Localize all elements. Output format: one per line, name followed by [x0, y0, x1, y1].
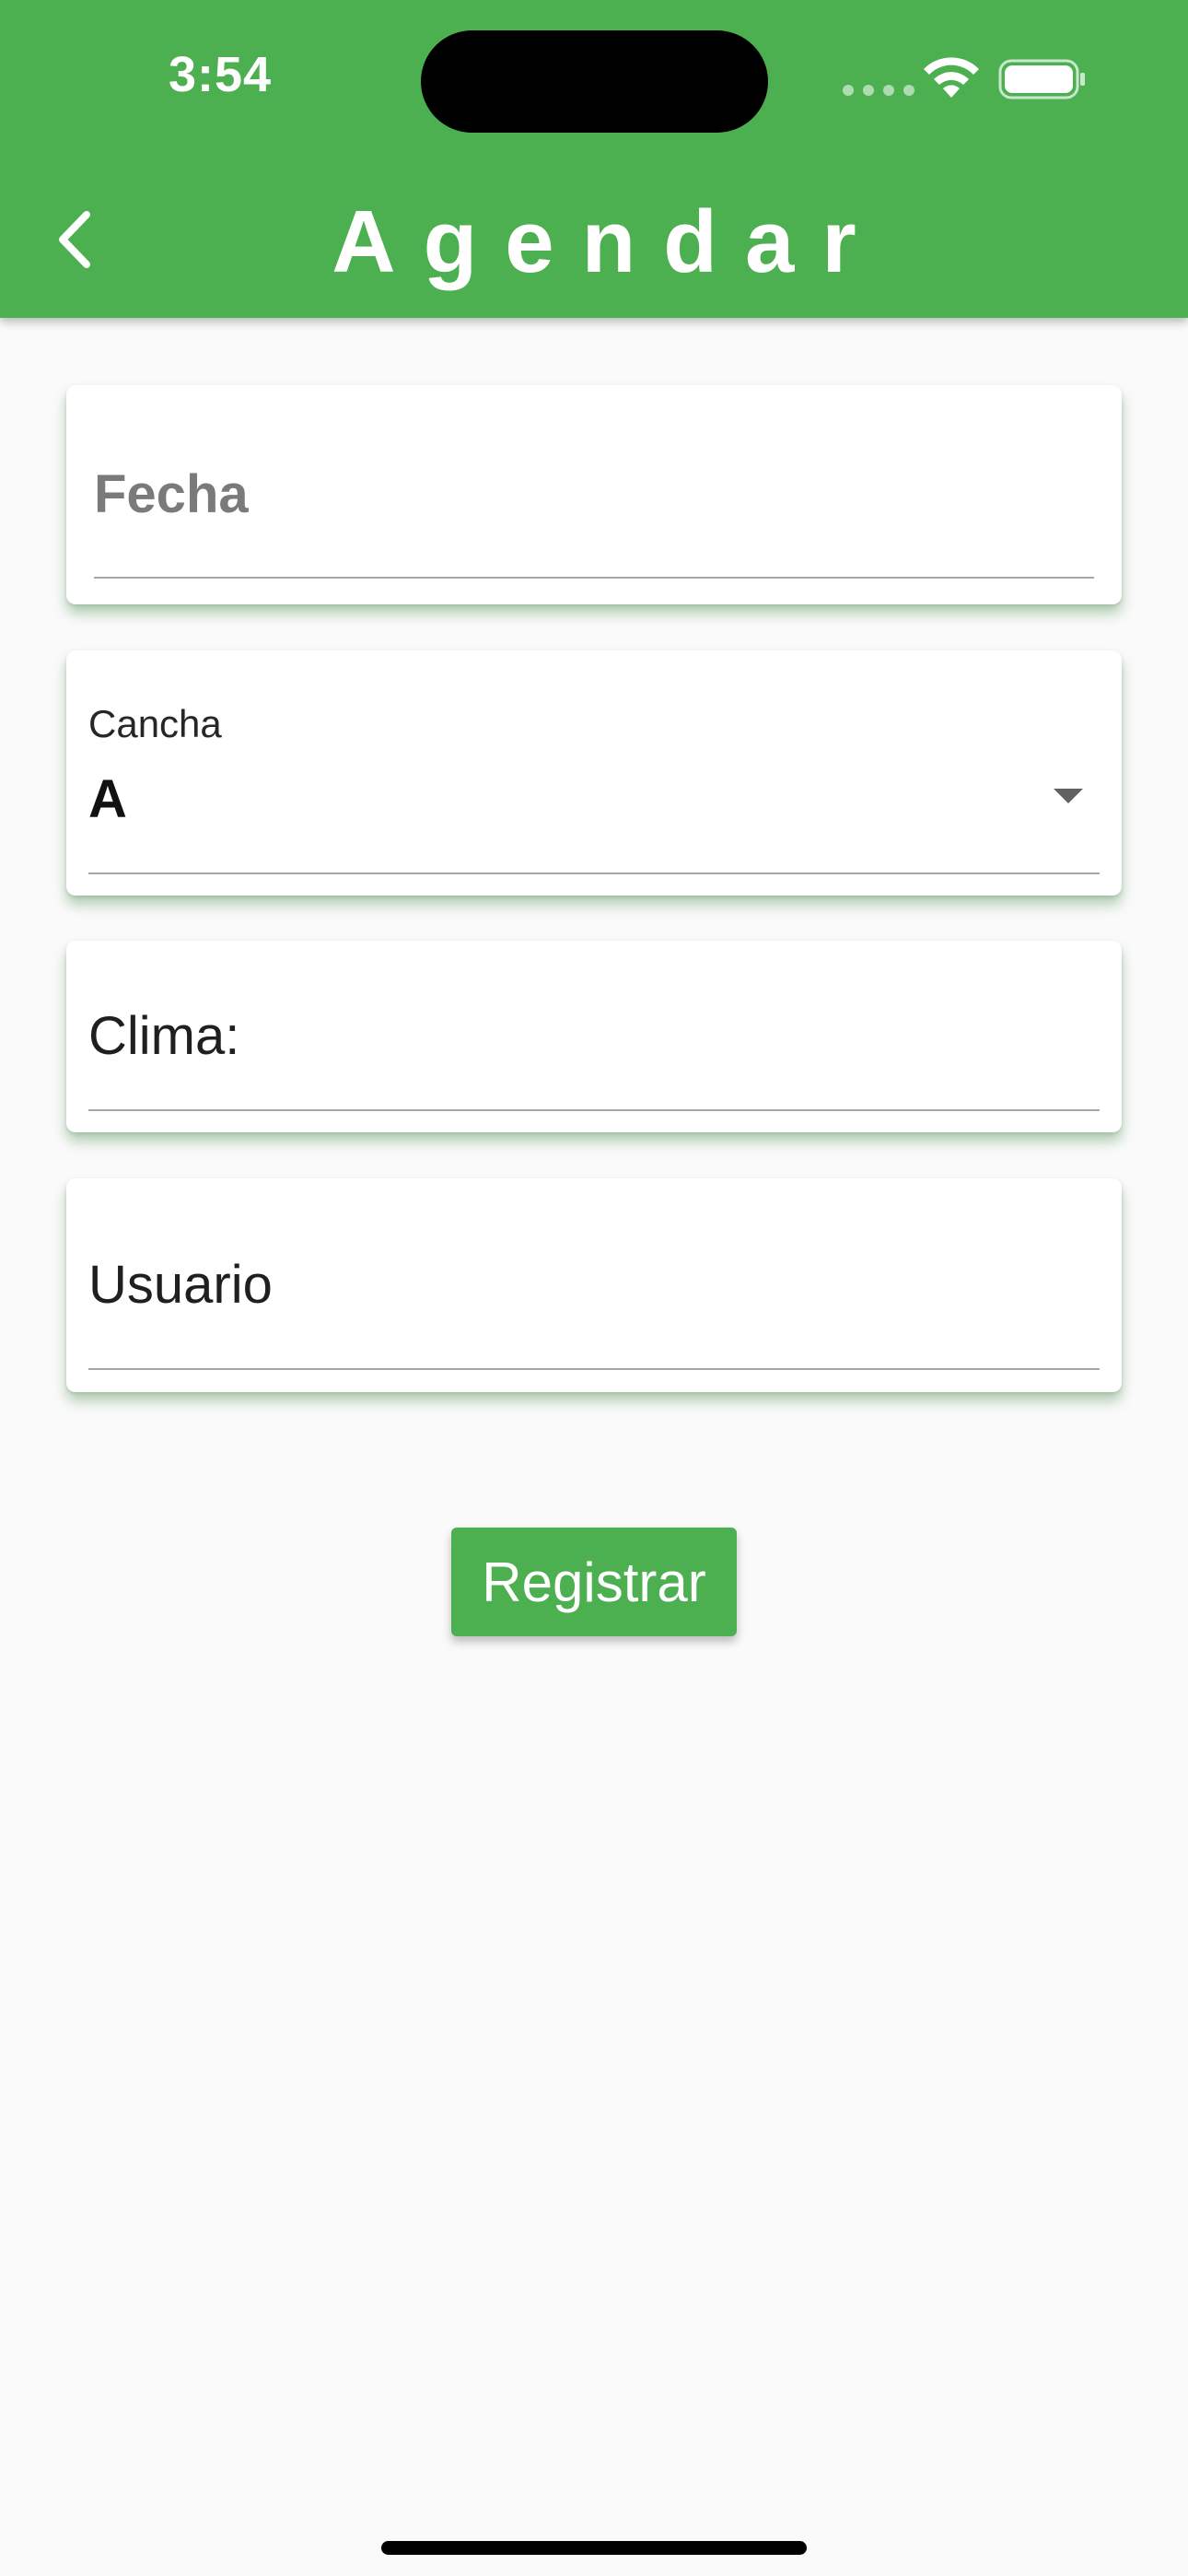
usuario-card: Usuario [66, 1178, 1122, 1392]
dropdown-arrow-icon[interactable] [1054, 789, 1083, 803]
fecha-underline [94, 577, 1094, 579]
status-time: 3:54 [169, 47, 273, 102]
cellular-signal-icon [843, 85, 914, 96]
register-button[interactable]: Registrar [451, 1528, 737, 1636]
clima-input[interactable]: Clima: [88, 1005, 239, 1067]
clima-underline [88, 1109, 1100, 1111]
wifi-icon [924, 57, 979, 98]
cancha-label: Cancha [88, 702, 222, 745]
usuario-underline [88, 1368, 1100, 1370]
cancha-dropdown[interactable]: A [88, 768, 127, 830]
fecha-input[interactable]: Fecha [94, 463, 249, 525]
fecha-card: Fecha [66, 385, 1122, 604]
app-bar: 3:54 Agendar [0, 0, 1188, 318]
cancha-card: Cancha A [66, 650, 1122, 896]
cancha-underline [88, 872, 1100, 874]
dynamic-island [421, 30, 768, 133]
home-indicator [381, 2541, 807, 2555]
page-title: Agendar [332, 193, 884, 291]
battery-icon [998, 59, 1085, 100]
usuario-input[interactable]: Usuario [88, 1254, 273, 1316]
clima-card: Clima: [66, 941, 1122, 1132]
